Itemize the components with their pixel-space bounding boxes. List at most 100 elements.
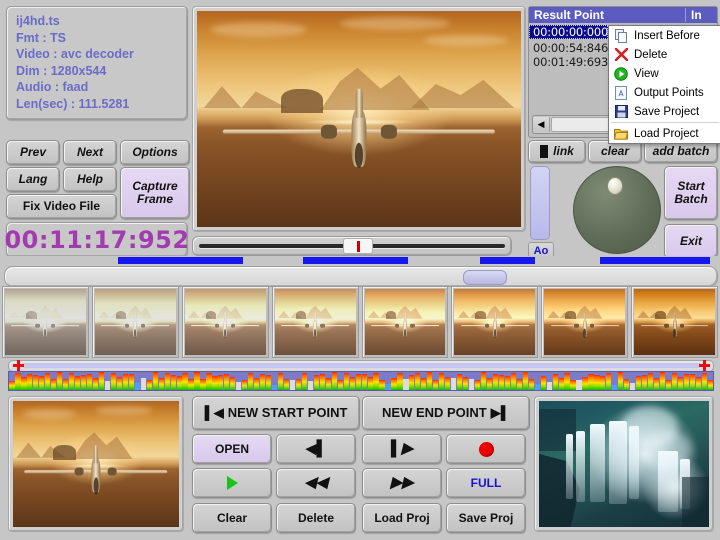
timeline-segment[interactable] (480, 257, 535, 264)
prev-button[interactable]: Prev (6, 140, 60, 165)
timeline-segment[interactable] (303, 257, 408, 264)
rewind-button[interactable]: ◀◀ (276, 468, 356, 498)
context-menu-item[interactable]: AOutput Points (609, 83, 720, 102)
jog-dial[interactable] (573, 166, 661, 254)
fast-forward-icon: ▶▶ (390, 475, 413, 491)
thumbnail-cell[interactable] (362, 286, 449, 358)
open-button[interactable]: OPEN (192, 434, 272, 464)
thumbnail-cell[interactable] (2, 286, 89, 358)
timeline-segment[interactable] (600, 257, 710, 264)
spectrum-bar (296, 379, 301, 390)
spectrum-bar (290, 380, 295, 390)
sunset-scene (197, 11, 521, 227)
scroll-left-arrow-icon[interactable]: ◀ (533, 117, 550, 132)
spectrum-bar (487, 378, 492, 390)
spectrum-bar (153, 372, 158, 390)
result-point-row[interactable]: 00:00:00:000 (529, 25, 608, 39)
spectrum-bar (230, 377, 235, 390)
record-button[interactable] (446, 434, 526, 464)
thumbnail-cell[interactable] (272, 286, 359, 358)
save-project-button[interactable]: Save Proj (446, 503, 526, 533)
new-end-point-button[interactable]: NEW END POINT ▶▌ (362, 396, 530, 430)
start-marker-icon[interactable] (13, 360, 24, 371)
thumbnail-cell[interactable] (541, 286, 628, 358)
capture-frame-button[interactable]: Capture Frame (120, 167, 190, 219)
spectrum-bar (690, 374, 695, 390)
seek-thumb[interactable] (343, 238, 373, 254)
clear-button[interactable]: Clear (192, 503, 272, 533)
new-start-point-button[interactable]: ▌◀ NEW START POINT (192, 396, 360, 430)
seek-thumb-marker (357, 241, 360, 252)
context-menu-item[interactable]: Load Project (609, 124, 720, 143)
timeline-segment[interactable] (118, 257, 243, 264)
spectrum-bar (427, 372, 432, 390)
fix-video-file-button[interactable]: Fix Video File (6, 194, 117, 219)
audio-spectrum-area[interactable] (0, 360, 720, 390)
info-length: Len(sec) : 111.5281 (16, 96, 187, 113)
start-frame-preview[interactable] (8, 396, 184, 532)
spectrum-bar (165, 373, 170, 390)
spectrum-bar (284, 379, 289, 390)
spectrum-bar (535, 384, 540, 390)
spectrum-bar (481, 372, 486, 390)
lang-button[interactable]: Lang (6, 167, 60, 192)
spectrum-bar (708, 380, 713, 390)
context-menu[interactable]: Insert BeforeDelete View AOutput PointsSav… (608, 25, 720, 144)
main-video-preview[interactable] (192, 6, 526, 232)
spectrum-bar (684, 374, 689, 390)
full-screen-button[interactable]: FULL (446, 468, 526, 498)
volume-slider[interactable] (530, 166, 550, 240)
thumbnail-cell[interactable] (92, 286, 179, 358)
spectrum-bar (523, 372, 528, 390)
context-menu-item[interactable]: Save Project (609, 102, 720, 121)
spectrum-bar (660, 372, 665, 390)
fast-forward-button[interactable]: ▶▶ (362, 468, 442, 498)
spectrum-bar (272, 385, 277, 390)
thumbnail-cell[interactable] (182, 286, 269, 358)
delete-button[interactable]: Delete (276, 503, 356, 533)
spectrum-bar (338, 380, 343, 390)
step-backward-button[interactable]: ◀▌ (276, 434, 356, 464)
context-menu-item[interactable]: Insert Before (609, 26, 720, 45)
step-forward-frame-icon: ▌▶ (391, 441, 413, 457)
spectrum-bar (87, 374, 92, 390)
end-marker-icon[interactable] (699, 360, 710, 371)
thumbnail-cell[interactable] (451, 286, 538, 358)
start-frame-image (13, 401, 179, 527)
audio-spectrum-strip[interactable] (8, 371, 714, 391)
spectrum-bar (576, 380, 581, 390)
help-button[interactable]: Help (63, 167, 117, 192)
spectrum-bar (379, 380, 384, 390)
spectrum-bar (541, 376, 546, 390)
spectrum-bar (696, 377, 701, 390)
exit-button[interactable]: Exit (664, 224, 718, 258)
context-menu-item[interactable]: Delete (609, 45, 720, 64)
video-editor-window: ij4hd.ts Fmt : TS Video : avc decoder Di… (0, 0, 720, 540)
spectrum-bar (129, 374, 134, 390)
context-menu-item[interactable]: View (609, 64, 720, 83)
next-button[interactable]: Next (63, 140, 117, 165)
options-button[interactable]: Options (120, 140, 190, 165)
timeline-scrollbar[interactable] (4, 266, 718, 287)
spectrum-bar (308, 381, 313, 390)
link-button[interactable]: link (528, 140, 586, 163)
step-back-icon: ▌◀ (205, 406, 224, 420)
thumbnail-cell[interactable] (631, 286, 718, 358)
spectrum-bar (51, 379, 56, 390)
info-dimensions: Dim : 1280x544 (16, 63, 187, 80)
thumbnail-strip[interactable] (2, 286, 718, 358)
context-menu-item-label: Output Points (634, 87, 704, 99)
play-button[interactable] (192, 468, 272, 498)
spectrum-bar (547, 382, 552, 390)
start-batch-button[interactable]: Start Batch (664, 166, 718, 220)
spectrum-bar (254, 378, 259, 390)
step-forward-button[interactable]: ▌▶ (362, 434, 442, 464)
timeline-scroll-thumb[interactable] (463, 270, 507, 285)
jog-dial-knob[interactable] (607, 177, 623, 195)
spectrum-bar (445, 377, 450, 390)
seek-slider[interactable] (192, 236, 512, 256)
spectrum-bar (499, 375, 504, 390)
context-menu-item-label: View (634, 68, 659, 80)
end-frame-preview[interactable] (534, 396, 714, 532)
load-project-button[interactable]: Load Proj (362, 503, 442, 533)
